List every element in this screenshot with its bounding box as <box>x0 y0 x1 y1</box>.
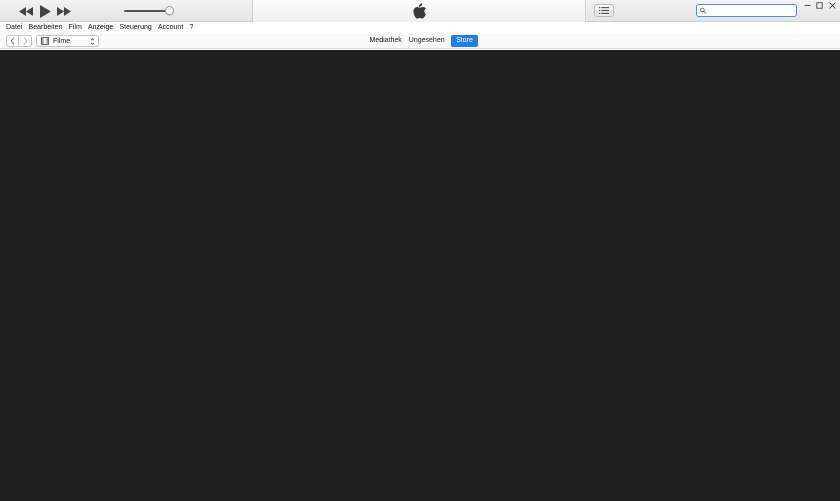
list-view-button[interactable] <box>594 4 614 17</box>
chevron-left-icon <box>10 37 15 45</box>
player-bar <box>0 0 840 22</box>
menu-bearbeiten[interactable]: Bearbeiten <box>29 22 63 33</box>
store-content-area <box>0 50 840 501</box>
menu-steuerung[interactable]: Steuerung <box>119 22 151 33</box>
tab-ungesehen[interactable]: Ungesehen <box>405 35 448 47</box>
close-button[interactable] <box>825 0 839 10</box>
close-icon <box>828 1 836 9</box>
search-icon <box>700 7 706 14</box>
rewind-icon <box>19 6 33 16</box>
film-icon <box>41 37 49 45</box>
menu-datei[interactable]: Datei <box>6 22 22 33</box>
play-button[interactable] <box>36 3 54 19</box>
transport-controls <box>17 3 73 19</box>
tab-mediathek[interactable]: Mediathek <box>366 35 405 47</box>
volume-knob[interactable] <box>165 6 175 15</box>
maximize-button[interactable] <box>812 0 826 10</box>
media-type-label: Filme <box>53 37 71 45</box>
fast-forward-icon <box>57 6 71 16</box>
menu-help[interactable]: ? <box>189 22 193 33</box>
search-box[interactable] <box>696 4 797 17</box>
volume-fill <box>124 10 170 12</box>
play-icon <box>39 4 51 18</box>
fast-forward-button[interactable] <box>55 3 73 19</box>
back-button[interactable] <box>6 35 19 47</box>
minimize-icon <box>804 4 810 6</box>
updown-chevron-icon <box>90 38 95 45</box>
volume-slider[interactable] <box>122 6 178 16</box>
tab-store[interactable]: Store <box>451 35 478 47</box>
search-input[interactable] <box>708 5 796 16</box>
status-display <box>252 0 586 22</box>
maximize-icon <box>815 1 823 9</box>
apple-logo-icon <box>412 3 426 19</box>
section-tabs: Mediathek Ungesehen Store <box>366 35 478 47</box>
menu-account[interactable]: Account <box>158 22 183 33</box>
navigation-bar: Filme Mediathek Ungesehen Store <box>0 33 840 49</box>
menu-anzeige[interactable]: Anzeige <box>88 22 113 33</box>
forward-button[interactable] <box>19 35 32 47</box>
list-icon <box>599 7 609 14</box>
rewind-button[interactable] <box>17 3 35 19</box>
menu-bar: Datei Bearbeiten Film Anzeige Steuerung … <box>0 22 840 33</box>
chevron-right-icon <box>23 37 28 45</box>
menu-film[interactable]: Film <box>69 22 82 33</box>
media-type-select[interactable]: Filme <box>36 35 99 47</box>
